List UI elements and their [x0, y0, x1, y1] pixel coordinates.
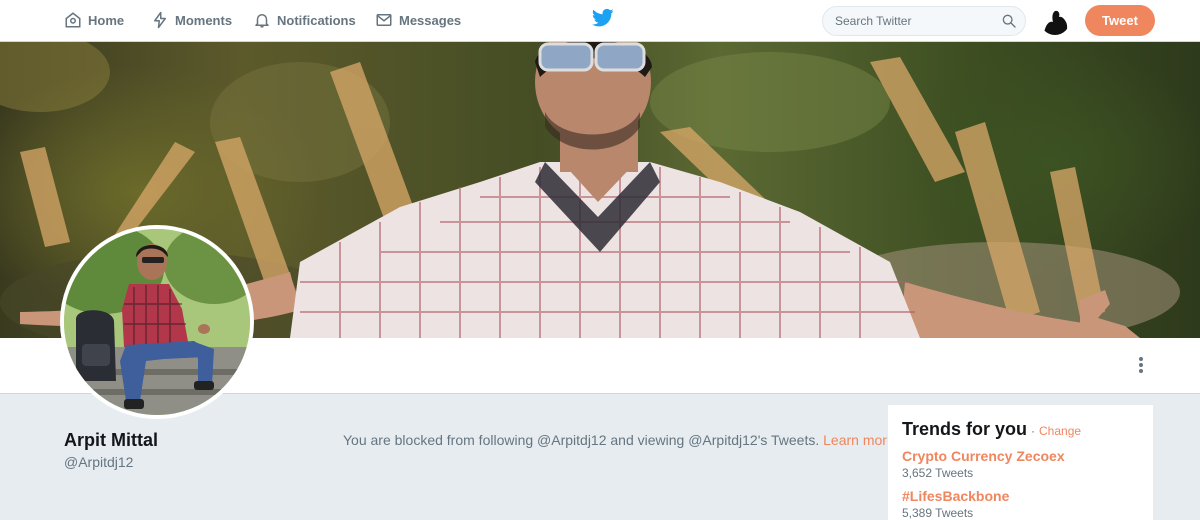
blocked-notice: You are blocked from following @Arpitdj1… [343, 432, 895, 448]
profile-name: Arpit Mittal [64, 430, 158, 450]
profile-avatar-photo [64, 229, 250, 415]
more-dots-icon [1139, 357, 1143, 361]
trends-card: Trends for you · Change Crypto Currency … [887, 404, 1154, 520]
nav-notifications[interactable]: Notifications [253, 0, 356, 40]
nav-home[interactable]: Home [64, 0, 124, 40]
tweet-button[interactable]: Tweet [1085, 5, 1155, 36]
bell-icon [255, 14, 269, 28]
nav-messages[interactable]: Messages [375, 0, 461, 40]
nav-notifications-label: Notifications [277, 12, 356, 28]
search-input[interactable] [835, 14, 1001, 28]
more-dots-icon [1139, 363, 1143, 367]
nav-moments[interactable]: Moments [151, 0, 232, 40]
profile-handle: @Arpitdj12 [64, 454, 134, 470]
trends-separator: · [1031, 424, 1036, 438]
user-avatar-image [1040, 5, 1070, 35]
trends-change-link[interactable]: Change [1039, 424, 1081, 438]
home-icon [65, 12, 81, 28]
trends-title: Trends for you [902, 419, 1028, 439]
trend-item[interactable]: Crypto Currency Zecoex 3,652 Tweets [902, 448, 1139, 480]
twitter-bird-icon[interactable] [592, 8, 614, 28]
trend-count: 3,652 Tweets [902, 466, 974, 480]
envelope-icon [376, 14, 392, 26]
blocked-message: You are blocked from following @Arpitdj1… [343, 432, 820, 448]
trend-item[interactable]: #LifesBackbone 5,389 Tweets [902, 488, 1139, 520]
trend-name: #LifesBackbone [902, 488, 1010, 504]
user-avatar[interactable] [1040, 5, 1070, 35]
lightning-icon [154, 11, 166, 29]
more-dots-icon [1139, 369, 1143, 373]
nav-moments-label: Moments [175, 12, 233, 28]
trends-header: Trends for you · Change [902, 419, 1139, 440]
trend-count: 5,389 Tweets [902, 506, 974, 520]
profile-avatar[interactable] [60, 225, 254, 419]
nav-home-label: Home [88, 12, 125, 28]
search-box [822, 6, 1026, 36]
learn-more-link[interactable]: Learn more [823, 432, 895, 448]
nav-messages-label: Messages [399, 12, 462, 28]
top-navigation: Home Moments Notifications Messages Twee… [0, 0, 1200, 42]
search-icon[interactable] [1001, 13, 1017, 29]
trend-name: Crypto Currency Zecoex [902, 448, 1065, 464]
more-options-button[interactable] [1132, 352, 1150, 378]
